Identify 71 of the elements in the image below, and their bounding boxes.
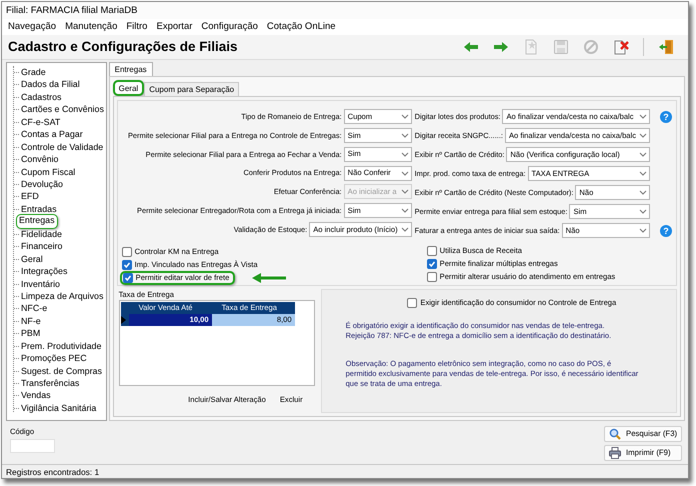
tree-item[interactable]: Transferências	[14, 377, 80, 390]
tree-item[interactable]: Fidelidade	[14, 228, 62, 240]
checkbox[interactable]	[426, 272, 437, 282]
tree-item[interactable]: Vigilância Sanitária	[14, 402, 96, 414]
tree-item[interactable]: Integrações	[14, 265, 68, 278]
caret-icon	[639, 227, 647, 234]
tree-item[interactable]: NF-e	[14, 314, 41, 328]
tree-item[interactable]: EFD	[14, 190, 39, 203]
tree-item[interactable]: Financeiro	[14, 240, 62, 253]
tree-item[interactable]: Geral	[14, 252, 43, 266]
search-icon	[609, 428, 621, 440]
checkbox[interactable]	[426, 246, 437, 256]
tab[interactable]: Cupom para Separação	[144, 82, 240, 96]
delete-document-button[interactable]	[613, 39, 629, 55]
tree-item[interactable]: Sugest. de Compras	[14, 364, 102, 377]
printer-icon	[609, 447, 621, 459]
checkbox[interactable]	[122, 260, 132, 270]
tree-item[interactable]: Inventário	[14, 278, 60, 290]
menu-item[interactable]: Exportar	[156, 20, 192, 34]
caret-icon	[400, 226, 409, 234]
help-button[interactable]: ?	[660, 224, 672, 236]
caret-icon	[400, 170, 409, 176]
caret-icon	[639, 189, 647, 196]
tree-item[interactable]: Controle de Validade	[14, 140, 104, 154]
checkbox[interactable]	[407, 298, 418, 308]
code-field[interactable]	[10, 439, 55, 454]
menu-item[interactable]: Manutenção	[65, 20, 118, 34]
caret-icon	[400, 150, 409, 158]
tree-item[interactable]: Convênio	[14, 153, 58, 166]
tree-item[interactable]: Limpeza de Arquivos	[14, 290, 104, 302]
caret-icon	[400, 188, 409, 196]
tree-item[interactable]: Entradas	[14, 202, 57, 216]
status-bar: Registros encontrados: 1	[2, 464, 688, 478]
arrow-left-button[interactable]	[463, 39, 479, 55]
checkbox[interactable]	[122, 273, 133, 284]
tree-item[interactable]: Entregas	[16, 214, 58, 230]
menu-item[interactable]: Filtro	[126, 20, 148, 34]
caret-icon	[639, 170, 647, 177]
caret-icon	[400, 132, 409, 139]
caret-icon	[400, 207, 409, 214]
tree-item[interactable]: Dados da Filial	[14, 78, 80, 91]
tab[interactable]: Entregas	[108, 62, 153, 76]
help-button[interactable]: ?	[660, 110, 672, 122]
tree-item[interactable]: Prem. Produtividade	[14, 340, 102, 352]
caret-icon	[639, 151, 647, 158]
tree-item[interactable]: CF-e-SAT	[14, 116, 60, 128]
tree-item[interactable]: Cupom Fiscal	[14, 166, 76, 178]
tree-item[interactable]: Devolução	[14, 178, 63, 190]
tree-item[interactable]: Vendas	[14, 389, 51, 402]
annotation-arrow-icon	[251, 272, 288, 284]
tree-item[interactable]: Cadastros	[14, 90, 62, 104]
tree-item[interactable]: NFC-e	[14, 302, 48, 315]
tree-item[interactable]: Cartões e Convênios	[14, 103, 104, 116]
tree-item[interactable]: PBM	[14, 327, 40, 340]
tree-item[interactable]: Promoções PEC	[14, 352, 87, 365]
caret-icon	[639, 208, 647, 215]
menu-item[interactable]: Navegação	[8, 20, 56, 34]
menu-item[interactable]: Configuração	[201, 20, 258, 34]
menu-item[interactable]: Cotação OnLine	[266, 20, 336, 34]
tree-item[interactable]: Grade	[14, 66, 46, 78]
checkbox[interactable]	[426, 258, 437, 268]
exit-door-button[interactable]	[658, 39, 674, 55]
caret-icon	[639, 132, 647, 139]
arrow-right-button[interactable]	[493, 39, 509, 55]
checkbox[interactable]	[122, 246, 132, 257]
tree-item[interactable]: Contas a Pagar	[14, 128, 83, 141]
page-title: Cadastro e Configurações de Filiais	[8, 38, 238, 56]
caret-icon	[639, 113, 647, 120]
tab[interactable]: Geral	[112, 80, 144, 96]
window-title: Filial: FARMACIA filial MariaDB	[2, 2, 688, 19]
caret-icon	[400, 112, 409, 120]
